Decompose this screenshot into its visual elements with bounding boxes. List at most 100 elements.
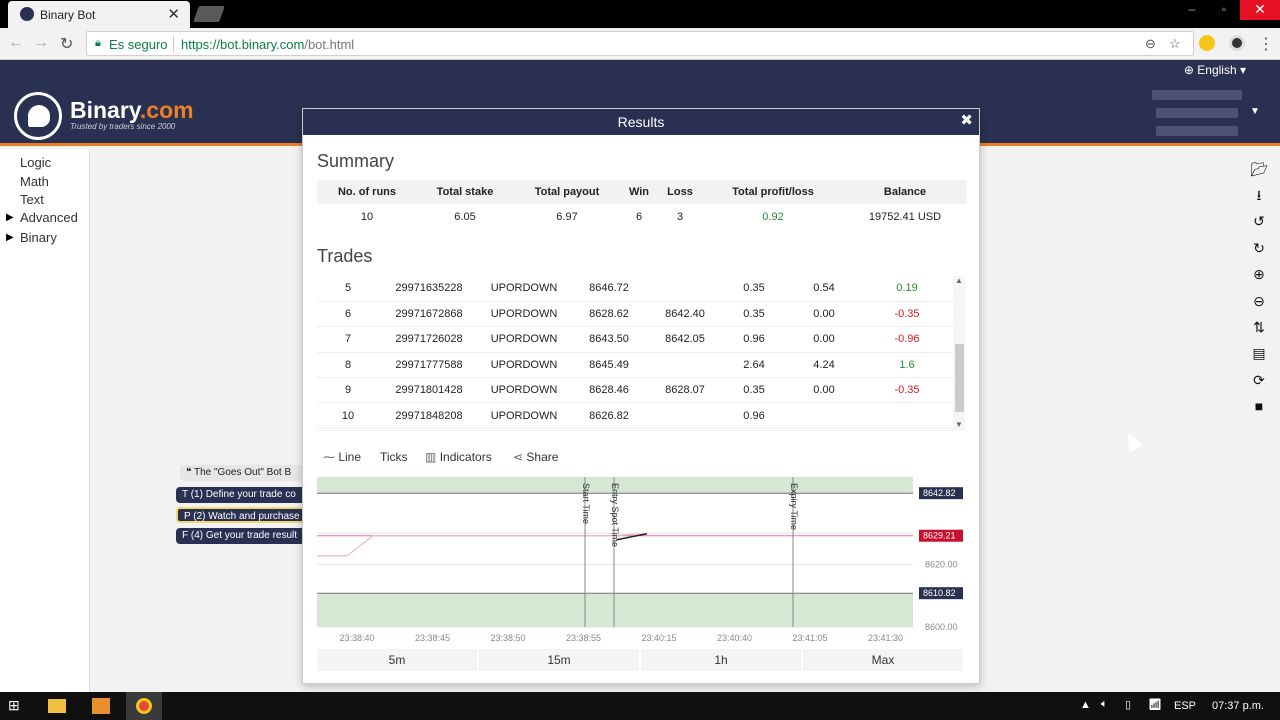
share-label: Share [526,450,559,464]
tray-chevron-icon[interactable]: ▲ [1080,699,1091,711]
indicators-button[interactable]: ▥ Indicators [425,450,492,464]
binary-logo-icon[interactable] [14,92,62,140]
account-info[interactable] [1152,90,1242,100]
trade-entry-cell: 8645.49 [569,352,649,379]
x-tick-label: 23:40:40 [717,633,752,643]
logs-icon[interactable]: ▤ [1250,344,1268,362]
trade-id-cell: 29971726028 [379,326,479,353]
reset-icon[interactable]: ⟳ [1250,371,1268,389]
range-button-1h[interactable]: 1h [641,649,801,671]
brand-name[interactable]: Binary.com [70,97,194,124]
toolbox-math[interactable]: Math [20,174,49,189]
zoom-out-icon[interactable]: ⊖ [1250,292,1268,310]
trade-entry-cell: 8628.46 [569,377,649,404]
share-button[interactable]: ⋖ Share [513,450,558,464]
scroll-thumb[interactable] [955,344,964,412]
back-icon[interactable]: ← [8,34,24,52]
expand-arrow-icon[interactable]: ▶ [6,212,14,223]
globe-icon: ⊕ [1183,63,1194,77]
url-text[interactable]: https://bot.binary.com/bot.html [181,37,354,52]
toolbox-text[interactable]: Text [20,192,44,207]
account-balance [1156,126,1238,136]
trade-payout-cell: 0.54 [787,276,861,302]
new-tab-button[interactable] [193,6,225,22]
trade-definition-block[interactable]: T (1) Define your trade co [176,487,306,503]
maximize-icon[interactable]: ▫ [1208,0,1240,20]
window-close-icon[interactable]: ✕ [1240,0,1280,20]
trade-pl-cell: 0.19 [861,276,953,302]
dialog-title-bar: Results ✖ [303,109,979,135]
secure-label: Es seguro [109,37,168,52]
range-button-max[interactable]: Max [803,649,963,671]
toolbox-advanced[interactable]: Advanced [20,210,78,225]
language-selector[interactable]: ⊕ English ▾ [1184,63,1246,77]
stop-icon[interactable]: ■ [1250,397,1268,415]
purchase-block[interactable]: P (2) Watch and purchase [176,507,306,523]
undo-icon[interactable]: ↺ [1250,212,1268,230]
windows-start-icon[interactable]: ⊞ [8,697,26,715]
download-icon[interactable]: ⭳ [1250,186,1268,204]
price-series [317,533,646,557]
loss-value: 3 [676,211,684,223]
mouse-cursor-icon [1120,429,1144,453]
volume-icon[interactable]: 🔈︎ [1101,698,1108,711]
file-explorer-icon[interactable] [48,699,66,713]
expand-arrow-icon[interactable]: ▶ [6,232,14,243]
scroll-down-icon[interactable]: ▼ [955,420,963,429]
trade-id-cell: 29971672868 [379,301,479,328]
clock[interactable]: 07:37 p.m. [1212,700,1264,712]
browser-tab[interactable]: Binary Bot ✕ [8,1,190,28]
col-win: Win [621,180,657,204]
trade-stake-cell: 0.96 [721,402,787,429]
tab-title: Binary Bot [40,8,96,22]
trade-row: 5 29971635228 UPORDOWN 8646.72 0.35 0.54 0.19 [317,276,953,302]
workspace-comment-block[interactable]: ❝ The "Goes Out" Bot B [180,465,310,481]
reload-icon[interactable]: ↻ [60,34,73,54]
trades-scroll-area[interactable]: 5 29971635228 UPORDOWN 8646.72 0.35 0.54 0.19 6… [317,276,967,431]
trade-pl-cell [861,402,953,429]
trades-table: 5 29971635228 UPORDOWN 8646.72 0.35 0.54 0.19 6… [317,276,953,429]
trade-row: 7 29971726028 UPORDOWN 8643.50 8642.05 0.96 0.… [317,326,953,353]
trade-exit-cell: 8642.40 [649,301,721,328]
toolbox-binary[interactable]: Binary [20,230,57,245]
battery-icon[interactable]: ▯ [1125,698,1131,711]
bookmark-star-icon[interactable]: ☆ [1169,36,1181,52]
open-folder-icon[interactable]: 📂︎ [1250,160,1268,178]
col-loss: Loss [657,180,703,204]
minimize-icon[interactable]: – [1176,0,1208,20]
trade-result-block[interactable]: F (4) Get your trade result [176,528,306,544]
account-dropdown-icon[interactable]: ▼ [1250,106,1260,117]
network-icon[interactable]: 📶︎ [1148,698,1162,711]
line-button[interactable]: ⁓ Line [323,450,361,464]
ticks-button[interactable]: Ticks [380,450,408,464]
trades-heading: Trades [317,246,373,266]
tab-close-icon[interactable]: ✕ [167,5,180,23]
trade-type-cell: UPORDOWN [479,326,569,353]
dialog-close-icon[interactable]: ✖ [960,109,973,133]
extension-icon[interactable] [1199,35,1215,51]
range-button-5m[interactable]: 5m [317,649,477,671]
trade-entry-cell: 8643.50 [569,326,649,353]
media-player-icon[interactable] [92,698,110,714]
toolbox-logic[interactable]: Logic [20,155,51,170]
sort-icon[interactable]: ⇅ [1250,318,1268,336]
input-language[interactable]: ESP [1174,700,1196,712]
barrier-low-label: 8610.82 [923,588,956,598]
trade-stake-cell: 0.35 [721,377,787,404]
trade-entry-cell: 8626.82 [569,402,649,429]
brand-name-main: Binary [70,97,140,123]
menu-icon[interactable]: ⋮ [1258,34,1274,54]
address-bar[interactable]: 🔒︎ Es seguro https://bot.binary.com/bot.… [86,31,1194,56]
profile-icon[interactable] [1229,35,1245,51]
redo-icon[interactable]: ↻ [1250,239,1268,257]
forward-icon[interactable]: → [33,34,49,52]
trades-scrollbar[interactable]: ▲ ▼ [953,276,965,431]
price-chart[interactable]: 8600.008620.008630.00Start TimeEntry Spo… [317,475,965,645]
zoom-icon[interactable]: ⊖ [1145,36,1156,52]
scroll-up-icon[interactable]: ▲ [955,276,963,285]
trade-exit-cell: 8642.05 [649,326,721,353]
zoom-in-icon[interactable]: ⊕ [1250,265,1268,283]
windows-taskbar: ⊞ ▲ 🔈︎ ▯ 📶︎ ESP 07:37 p.m. [0,692,1280,720]
trade-type-cell: UPORDOWN [479,276,569,302]
range-button-15m[interactable]: 15m [479,649,639,671]
